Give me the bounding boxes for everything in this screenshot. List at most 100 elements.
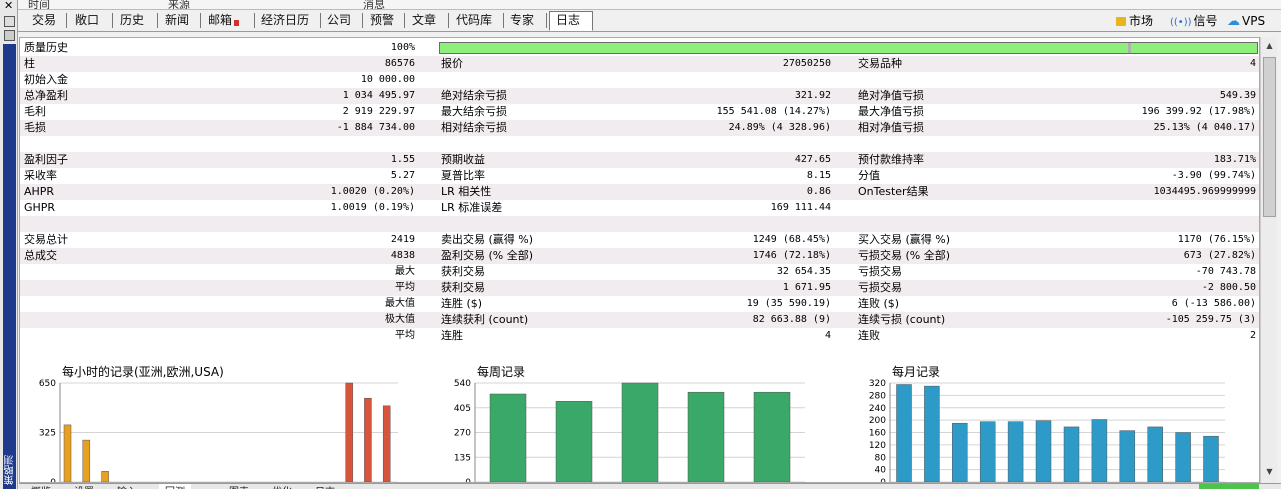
- tab-exposure[interactable]: 敞口: [69, 12, 105, 30]
- market-label: 市场: [1129, 14, 1154, 28]
- metric-label: 相对净值亏损: [858, 121, 924, 134]
- metric-value: 2419: [390, 234, 415, 245]
- metric-value: 82 663.88 (9): [752, 314, 831, 325]
- close-icon[interactable]: ✕: [4, 0, 13, 11]
- metric-value: -1 884 734.00: [336, 122, 415, 133]
- metric-value: 0.86: [806, 186, 831, 197]
- metric-label: LR 标准误差: [441, 201, 503, 214]
- scroll-down-icon[interactable]: ▼: [1264, 467, 1275, 477]
- chart-bar: [1175, 432, 1191, 482]
- tab-trade[interactable]: 交易: [26, 12, 62, 30]
- metric-value: 最大: [395, 266, 415, 277]
- tab-alerts[interactable]: 预警: [364, 12, 400, 30]
- metric-value: 1746 (72.18%): [752, 250, 831, 261]
- report-row: 极大值 连续获利 (count) 82 663.88 (9) 连续亏损 (count)…: [20, 312, 1259, 328]
- chart-bar: [1035, 420, 1052, 482]
- metric-label: 获利交易: [441, 265, 485, 278]
- column-message: 消息: [363, 0, 385, 10]
- metric-value: 4838: [390, 250, 415, 261]
- y-tick-label: 160: [869, 429, 886, 439]
- tab-graph[interactable]: 图表: [229, 484, 249, 489]
- chart-bar: [345, 382, 353, 482]
- tester-side-label[interactable]: 策略测试: [3, 452, 31, 489]
- journal-header-remnant: 时间 来源 消息: [18, 0, 1281, 10]
- tab-articles[interactable]: 文章: [406, 12, 442, 30]
- report-scrollbar[interactable]: ▲ ▼: [1260, 37, 1277, 483]
- metric-value: 183.71%: [1213, 154, 1256, 165]
- tab-history[interactable]: 历史: [114, 12, 150, 30]
- metric-label: 连续获利 (count): [441, 313, 529, 326]
- mail-badge-icon: [234, 20, 240, 26]
- chart-bar: [489, 393, 527, 482]
- metric-label: 夏普比率: [441, 169, 485, 182]
- tab-experts[interactable]: 专家: [504, 12, 540, 30]
- metric-label: 获利交易: [441, 281, 485, 294]
- report-row: 毛利 2 919 229.97 最大结余亏损 155 541.08 (14.27%) 最…: [20, 104, 1259, 120]
- metric-value: 155 541.08 (14.27%): [716, 106, 831, 117]
- tab-company[interactable]: 公司: [321, 12, 357, 30]
- pin-icon[interactable]: [4, 16, 15, 27]
- y-tick-label: 200: [869, 416, 886, 426]
- tab-inputs[interactable]: 输入: [117, 484, 137, 489]
- metric-label: 亏损交易 (% 全部): [858, 249, 951, 262]
- metric-value: -2 800.50: [1201, 282, 1256, 293]
- quality-label: 质量历史: [24, 41, 68, 54]
- metric-value: 27050250: [782, 58, 831, 69]
- tab-news[interactable]: 新闻: [159, 12, 195, 30]
- chart-plot: 32028024020016012080400: [869, 379, 1225, 482]
- signals-button[interactable]: ((•)) 信号: [1170, 14, 1218, 30]
- toolbox-tabbar: 交易 敞口 历史 新闻 邮箱 经济日历 公司 预警 文章 代码库 专家 日志 市…: [18, 10, 1281, 32]
- chart-bar: [1063, 426, 1080, 482]
- y-tick-label: 280: [869, 391, 886, 401]
- vps-button[interactable]: ☁ VPS: [1227, 14, 1265, 29]
- signal-icon: ((•)): [1170, 17, 1192, 28]
- chart-bar: [364, 397, 372, 482]
- cloud-icon: ☁: [1227, 14, 1240, 29]
- toolbox-side-strip: ✕ 策略测试: [0, 0, 31, 489]
- chart-bar: [1007, 421, 1024, 482]
- tab-backtest[interactable]: 回测: [159, 484, 191, 489]
- metric-label: 毛损: [24, 121, 46, 134]
- metric-label: 亏损交易: [858, 265, 902, 278]
- tab-tester-journal[interactable]: 日志: [315, 484, 335, 489]
- tab-overview[interactable]: 概览: [31, 484, 51, 489]
- metric-label: 报价: [441, 57, 463, 70]
- tab-optimization[interactable]: 优化: [272, 484, 292, 489]
- metric-label: 买入交易 (赢得 %): [858, 233, 951, 246]
- metric-value: 1034495.969999999: [1153, 186, 1256, 197]
- chart-bar: [101, 471, 109, 482]
- metric-value: 1 034 495.97: [342, 90, 415, 101]
- quality-value: 100%: [390, 42, 415, 53]
- report-row: 柱 86576 报价 27050250 交易品种 4: [20, 56, 1259, 72]
- tab-codebase[interactable]: 代码库: [450, 12, 498, 30]
- y-tick-label: 135: [454, 453, 471, 463]
- market-button[interactable]: 市场: [1116, 14, 1153, 28]
- metric-label: GHPR: [24, 201, 56, 214]
- metric-value: -70 743.78: [1195, 266, 1256, 277]
- shopping-bag-icon: [1116, 17, 1126, 26]
- chart-bar: [82, 439, 91, 482]
- scroll-up-icon[interactable]: ▲: [1264, 41, 1275, 51]
- y-tick-label: 540: [454, 379, 471, 389]
- tab-mailbox[interactable]: 邮箱: [202, 12, 245, 30]
- metric-label: 毛利: [24, 105, 46, 118]
- report-row: 最大值 连胜 ($) 19 (35 590.19) 连败 ($) 6 (-13 586.…: [20, 296, 1259, 312]
- quality-row: 质量历史 100%: [20, 40, 1259, 56]
- scroll-thumb[interactable]: [1263, 57, 1276, 217]
- report-row: AHPR 1.0020 (0.20%) LR 相关性 0.86 OnTester结果 10…: [20, 184, 1259, 200]
- report-row: 采收率 5.27 夏普比率 8.15 分值 -3.90 (99.74%): [20, 168, 1259, 184]
- y-tick-label: 270: [454, 429, 471, 439]
- metric-label: 交易总计: [24, 233, 68, 246]
- metric-label: 采收率: [24, 169, 57, 182]
- chart-1: 每周记录 540 405 270 135 0: [435, 359, 855, 482]
- metric-label: 预期收益: [441, 153, 485, 166]
- tab-settings[interactable]: 设置: [74, 484, 94, 489]
- tab-journal[interactable]: 日志: [549, 11, 593, 31]
- report-row: [20, 136, 1259, 152]
- restore-icon[interactable]: [4, 30, 15, 41]
- metric-value: 25.13% (4 040.17): [1153, 122, 1256, 133]
- metric-value: 169 111.44: [770, 202, 831, 213]
- tab-economic-calendar[interactable]: 经济日历: [255, 12, 315, 30]
- chart-2: 每月记录 320 280 240 200 160 120 80 40 0: [855, 359, 1259, 482]
- metric-value: 24.89% (4 328.96): [728, 122, 831, 133]
